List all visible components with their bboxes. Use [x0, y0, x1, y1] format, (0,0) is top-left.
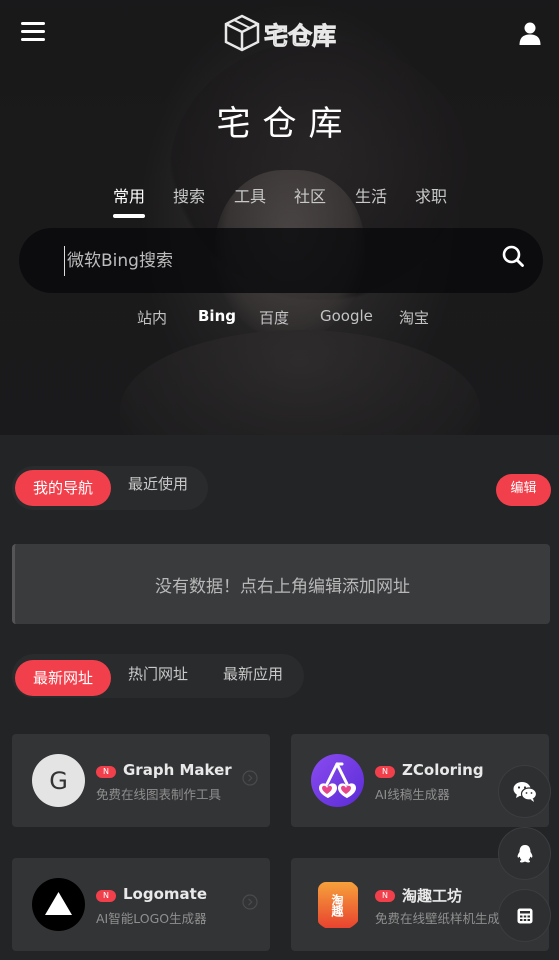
new-badge: N: [375, 766, 395, 778]
site-desc: 免费在线图表制作工具: [96, 787, 222, 802]
tab-search[interactable]: 搜索: [173, 183, 205, 207]
new-badge: N: [96, 766, 116, 778]
site-logo[interactable]: 宅仓库: [224, 13, 338, 53]
tab-popular-sites[interactable]: 热门网址: [115, 656, 201, 692]
tab-latest-sites[interactable]: 最新网址: [15, 660, 111, 696]
logo-box-icon: [224, 14, 260, 52]
menu-icon[interactable]: [21, 22, 45, 42]
tab-jobs[interactable]: 求职: [415, 183, 447, 207]
wechat-button[interactable]: [498, 765, 551, 818]
tab-life[interactable]: 生活: [355, 183, 387, 207]
sites-tabs: 最新网址 热门网址 最新应用: [12, 654, 304, 698]
qq-button[interactable]: [498, 827, 551, 880]
empty-nav-box: 没有数据！点右上角编辑添加网址: [12, 544, 550, 624]
edit-button[interactable]: 编辑: [496, 474, 551, 506]
empty-message: 没有数据！点右上角编辑添加网址: [155, 576, 410, 597]
site-card[interactable]: G N Graph Maker 免费在线图表制作工具: [12, 734, 270, 827]
qq-icon: [517, 844, 532, 863]
site-icon: 淘趣: [311, 878, 364, 931]
tab-latest-apps[interactable]: 最新应用: [208, 656, 298, 692]
triangle-logo-icon: [45, 892, 72, 915]
active-tab-indicator: [113, 214, 145, 218]
search-input[interactable]: [64, 246, 484, 276]
new-badge: N: [375, 890, 395, 902]
site-desc: AI智能LOGO生成器: [96, 911, 207, 926]
site-name: 淘趣工坊: [402, 887, 463, 905]
site-icon: G: [32, 754, 85, 807]
cherry-icon: [319, 762, 356, 798]
page: 宅仓库 宅仓库 常用 搜索 工具 社区 生活 求职 站内 Bing: [0, 0, 559, 960]
tab-common[interactable]: 常用: [113, 183, 145, 207]
engine-baidu[interactable]: 百度: [259, 307, 289, 328]
engine-bing[interactable]: Bing: [198, 307, 236, 325]
calculator-icon: [517, 908, 532, 923]
user-icon[interactable]: [518, 21, 542, 45]
engine-taobao[interactable]: 淘宝: [399, 307, 429, 328]
tab-tools[interactable]: 工具: [234, 183, 266, 207]
site-name: Graph Maker: [123, 761, 232, 779]
calculator-button[interactable]: [498, 889, 551, 942]
nav-tabs: 我的导航 最近使用: [12, 466, 208, 510]
site-icon: [32, 878, 85, 931]
site-card[interactable]: N Logomate AI智能LOGO生成器: [12, 858, 270, 951]
search-bar: [19, 228, 543, 293]
tab-my-nav[interactable]: 我的导航: [15, 470, 111, 506]
site-icon: [311, 754, 364, 807]
page-title: 宅仓库: [216, 104, 355, 144]
wechat-icon: [513, 781, 537, 802]
engine-google[interactable]: Google: [320, 307, 373, 325]
search-icon[interactable]: [501, 244, 525, 268]
site-name: Logomate: [123, 885, 208, 903]
new-badge: N: [96, 890, 116, 902]
search-engine-list: 站内 Bing 百度 Google 淘宝: [0, 307, 559, 329]
tab-community[interactable]: 社区: [294, 183, 326, 207]
top-bar: 宅仓库: [0, 0, 559, 66]
category-tabs: 常用 搜索 工具 社区 生活 求职: [100, 183, 470, 223]
logo-text: 宅仓库: [264, 21, 337, 50]
hero-banner: 宅仓库 宅仓库 常用 搜索 工具 社区 生活 求职 站内 Bing: [0, 0, 559, 435]
site-name: ZColoring: [402, 761, 484, 779]
chevron-right-icon: [242, 770, 258, 786]
tab-recent[interactable]: 最近使用: [115, 466, 201, 502]
engine-site[interactable]: 站内: [137, 307, 167, 328]
chevron-right-icon: [242, 894, 258, 910]
